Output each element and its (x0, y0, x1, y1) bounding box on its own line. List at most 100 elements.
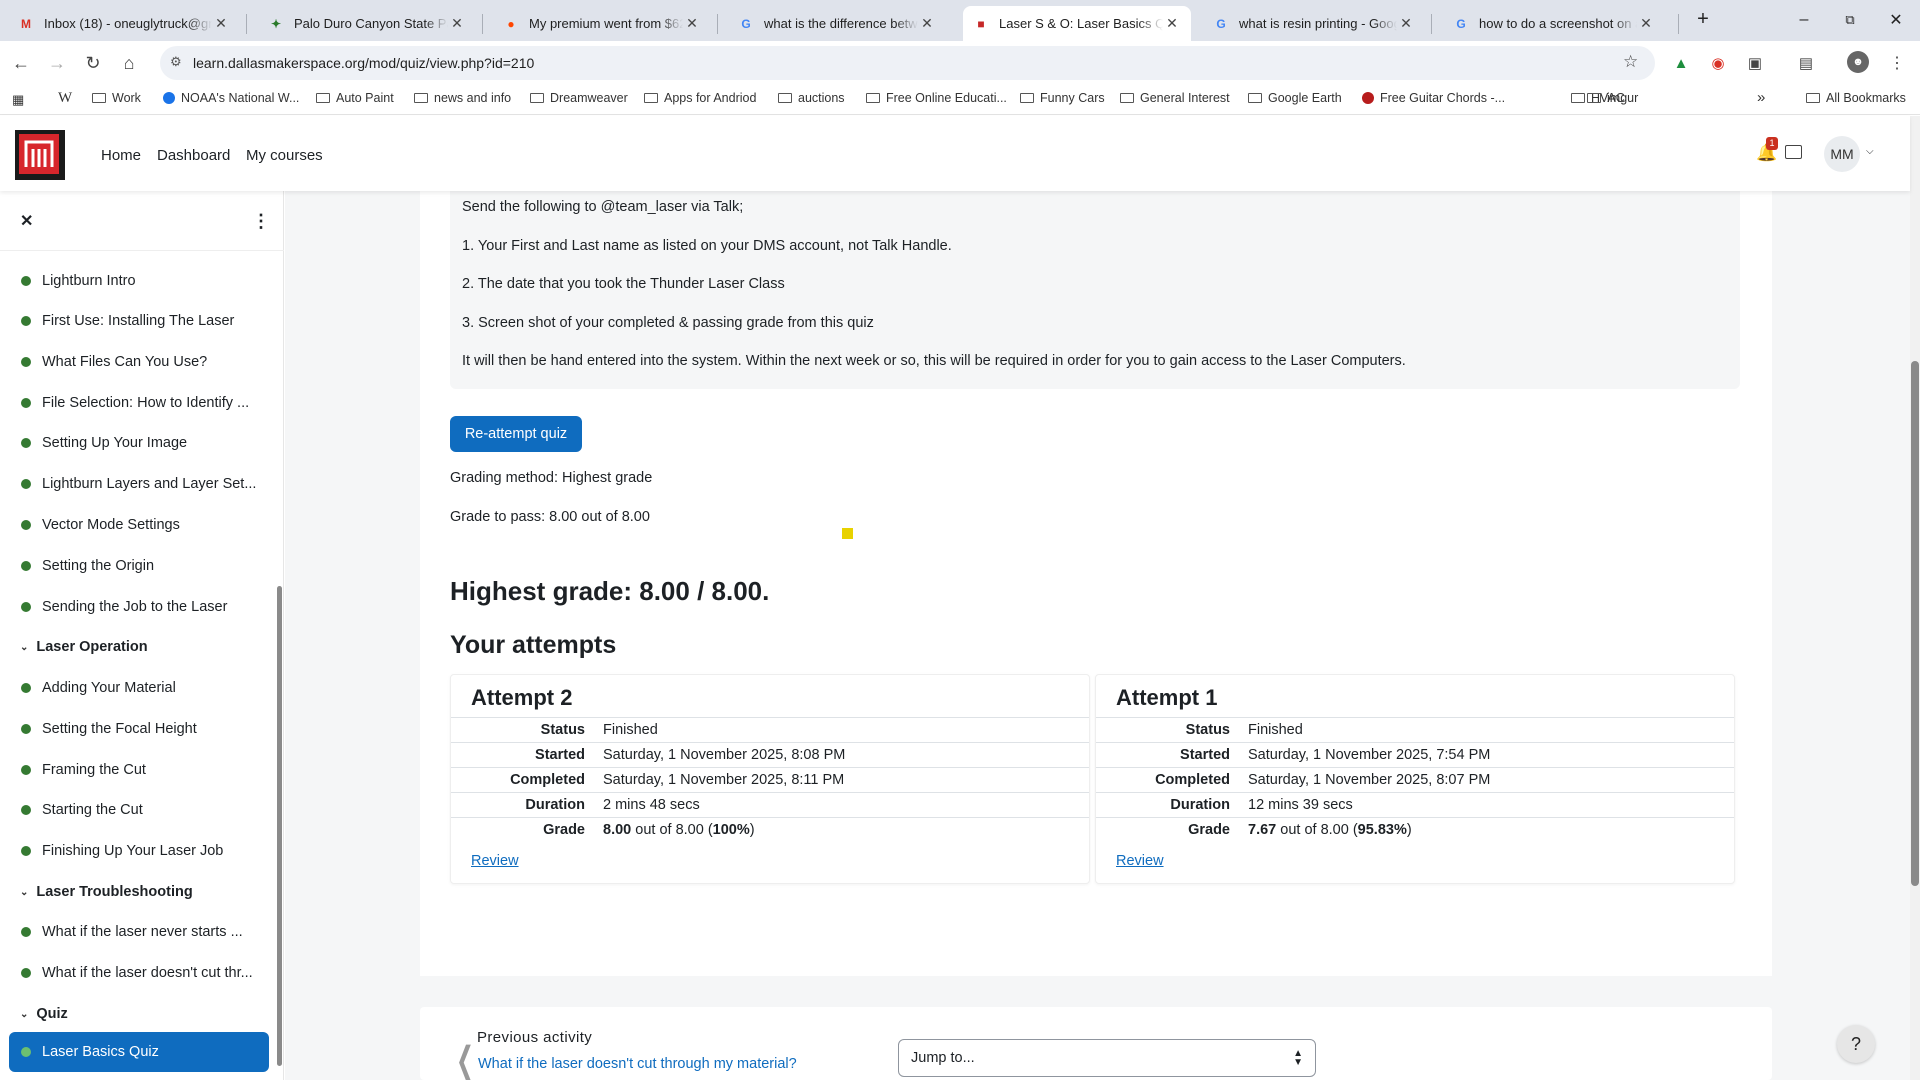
bookmarks-overflow-icon[interactable]: » (1757, 89, 1765, 106)
browser-tab[interactable]: ● My premium went from $62 a month✕ (493, 6, 711, 41)
extension-shield-icon[interactable]: ◉ (1706, 51, 1730, 75)
review-link[interactable]: Review (1116, 853, 1164, 869)
drive-icon[interactable]: ▲ (1669, 51, 1693, 75)
reload-icon[interactable]: ↻ (78, 48, 108, 78)
dms-logo[interactable] (15, 130, 65, 180)
home-icon[interactable]: ⌂ (114, 48, 144, 78)
page-scrollbar[interactable] (1910, 116, 1920, 1080)
bookmark-item[interactable]: auctions (778, 91, 845, 105)
close-tab-icon[interactable]: ✕ (212, 15, 230, 32)
previous-arrow-icon[interactable]: ❮ (456, 1039, 474, 1080)
nav-dashboard[interactable]: Dashboard (157, 147, 230, 164)
previous-activity-link[interactable]: What if the laser doesn't cut through my… (478, 1056, 797, 1072)
drawer-scrollbar[interactable] (277, 586, 282, 1066)
course-index-item[interactable]: First Use: Installing The Laser (21, 309, 234, 333)
chevron-down-icon[interactable]: ⌄ (20, 1009, 28, 1020)
course-index-active-item[interactable]: Laser Basics Quiz (9, 1032, 269, 1072)
course-index-item[interactable]: Framing the Cut (21, 758, 146, 782)
completion-dot-icon (21, 438, 31, 448)
new-tab-button[interactable]: + (1680, 0, 1726, 39)
browser-tab[interactable]: ■ Laser S & O: Laser Basics Quiz | DMS✕ (963, 6, 1191, 41)
messages-icon[interactable] (1785, 145, 1802, 159)
user-avatar[interactable]: MM (1824, 136, 1860, 172)
jump-to-select[interactable]: Jump to... ▲ ▼ (898, 1039, 1316, 1077)
page-scrollbar-thumb[interactable] (1911, 361, 1919, 886)
course-index-item[interactable]: Starting the Cut (21, 798, 143, 822)
attempt-title: Attempt 2 (471, 685, 573, 710)
chevron-down-icon[interactable]: ⌄ (20, 887, 28, 898)
bookmark-item[interactable]: Funny Cars (1020, 91, 1105, 105)
bookmark-item[interactable]: news and info (414, 91, 511, 105)
close-tab-icon[interactable]: ✕ (1397, 15, 1415, 32)
forward-icon[interactable]: → (42, 48, 72, 78)
address-bar[interactable]: ⚙ learn.dallasmakerspace.org/mod/quiz/vi… (160, 46, 1655, 80)
chevron-down-icon[interactable]: ⌄ (20, 642, 28, 653)
apps-grid-icon[interactable]: ▦ (12, 92, 24, 108)
close-drawer-icon[interactable]: ✕ (20, 211, 33, 231)
course-section-header[interactable]: ⌄ Laser Troubleshooting (20, 880, 193, 904)
bookmark-label: NOAA's National W... (181, 91, 300, 105)
bookmark-item[interactable]: Dreamweaver (530, 91, 628, 105)
course-index-item[interactable]: Setting Up Your Image (21, 431, 187, 455)
back-icon[interactable]: ← (6, 48, 36, 78)
course-index-item[interactable]: Lightburn Intro (21, 269, 136, 293)
tab-title: what is resin printing - Google Search (1239, 16, 1397, 31)
course-index-item[interactable]: Sending the Job to the Laser (21, 595, 227, 619)
all-bookmarks[interactable]: All Bookmarks (1806, 91, 1906, 105)
review-link[interactable]: Review (471, 853, 519, 869)
bookmark-item[interactable]: Google Earth (1248, 91, 1342, 105)
bookmark-label: imgur (1607, 91, 1639, 105)
close-tab-icon[interactable]: ✕ (918, 15, 936, 32)
course-section-header[interactable]: ⌄ Laser Operation (20, 635, 148, 659)
profile-avatar[interactable]: ☻ (1847, 51, 1869, 73)
course-index-item[interactable]: Adding Your Material (21, 676, 176, 700)
close-tab-icon[interactable]: ✕ (1637, 15, 1655, 32)
nav-home[interactable]: Home (101, 147, 141, 164)
bookmark-star-icon[interactable]: ☆ (1623, 52, 1638, 72)
nav-my-courses[interactable]: My courses (246, 147, 323, 164)
site-info-icon[interactable]: ⚙ (170, 54, 182, 70)
bookmark-item[interactable]: Free Online Educati... (866, 91, 1007, 105)
bookmark-item[interactable]: NOAA's National W... (163, 91, 299, 105)
course-index-item[interactable]: Setting the Origin (21, 554, 154, 578)
course-index-item[interactable]: Finishing Up Your Laser Job (21, 839, 223, 863)
bookmark-item[interactable]: General Interest (1120, 91, 1230, 105)
bookmark-item[interactable]: Auto Paint (316, 91, 394, 105)
bookmark-label: Work (112, 91, 141, 105)
close-tab-icon[interactable]: ✕ (683, 15, 701, 32)
browser-tab[interactable]: M Inbox (18) - oneuglytruck@gmail.com✕ (8, 6, 240, 41)
wikipedia-icon[interactable]: W (58, 90, 72, 107)
attempt-row: Started Saturday, 1 November 2025, 8:08 P… (451, 742, 1089, 768)
browser-tab[interactable]: ✦ Palo Duro Canyon State Park Trail✕ (258, 6, 476, 41)
bookmark-item[interactable]: imgur (1587, 91, 1638, 105)
course-index-item[interactable]: Setting the Focal Height (21, 717, 197, 741)
user-menu-chevron-icon[interactable]: ⌵ (1866, 146, 1874, 157)
course-index-item[interactable]: Vector Mode Settings (21, 513, 180, 537)
course-index-item[interactable]: What if the laser never starts ... (21, 920, 243, 944)
restore-icon[interactable]: ⧉ (1827, 0, 1873, 40)
url-text[interactable]: learn.dallasmakerspace.org/mod/quiz/view… (193, 55, 534, 71)
help-button[interactable]: ? (1837, 1025, 1875, 1063)
folder-icon (866, 93, 880, 103)
chrome-menu-icon[interactable]: ⋮ (1885, 51, 1909, 75)
close-window-icon[interactable]: ✕ (1873, 0, 1919, 40)
active-item-label: Laser Basics Quiz (42, 1044, 159, 1060)
browser-tab[interactable]: Gwhat is resin printing - Google Search✕ (1203, 6, 1425, 41)
bookmark-item[interactable]: Work (92, 91, 141, 105)
close-tab-icon[interactable]: ✕ (1163, 15, 1181, 32)
course-section-header[interactable]: ⌄ Quiz (20, 1002, 68, 1026)
browser-tab[interactable]: Ghow to do a screenshot on a pc✕ (1443, 6, 1665, 41)
drawer-menu-icon[interactable]: ⋮ (252, 211, 270, 232)
tab-search-icon[interactable]: ▤ (1794, 51, 1818, 75)
bookmark-item[interactable]: Apps for Andriod (644, 91, 756, 105)
bookmark-item[interactable]: Free Guitar Chords -... (1362, 91, 1505, 105)
extensions-icon[interactable]: ▣ (1743, 51, 1767, 75)
reattempt-quiz-button[interactable]: Re-attempt quiz (450, 416, 582, 452)
course-index-item[interactable]: Lightburn Layers and Layer Set... (21, 472, 256, 496)
minimize-icon[interactable]: – (1781, 0, 1827, 40)
browser-tab[interactable]: Gwhat is the difference between✕ (728, 6, 946, 41)
course-index-item[interactable]: What Files Can You Use? (21, 350, 207, 374)
course-index-item[interactable]: File Selection: How to Identify ... (21, 391, 249, 415)
course-index-item[interactable]: What if the laser doesn't cut thr... (21, 961, 253, 985)
close-tab-icon[interactable]: ✕ (448, 15, 466, 32)
